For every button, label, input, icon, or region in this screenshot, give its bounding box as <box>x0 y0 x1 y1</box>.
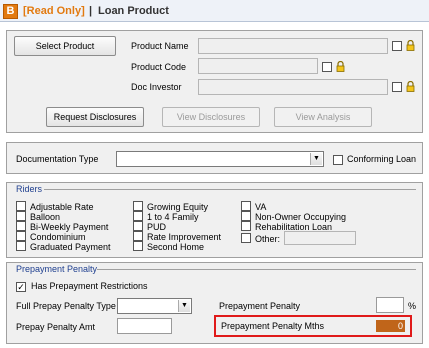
title-separator: | <box>89 5 93 17</box>
prepayment-penalty-mths-label: Prepayment Penalty Mths <box>221 321 325 331</box>
rider-checkbox[interactable] <box>241 201 251 211</box>
rider-checkbox[interactable] <box>16 241 26 251</box>
rider-label: Graduated Payment <box>30 242 111 252</box>
prepayment-title: Prepayment Penalty <box>16 264 98 274</box>
documentation-type-label: Documentation Type <box>16 154 99 164</box>
prepayment-divider <box>97 269 416 270</box>
rider-checkbox[interactable] <box>133 231 143 241</box>
conforming-loan-label: Conforming Loan <box>347 154 417 164</box>
rider-other-field[interactable] <box>284 231 356 245</box>
rider-other[interactable]: Other: <box>241 233 280 244</box>
app-logo-icon: B <box>3 4 18 19</box>
read-only-label: [Read Only] <box>23 5 85 17</box>
rider-second-home[interactable]: Second Home <box>133 241 204 252</box>
rider-checkbox[interactable] <box>241 211 251 221</box>
conforming-loan-checkbox[interactable] <box>333 155 343 165</box>
view-analysis-button[interactable]: View Analysis <box>274 107 372 127</box>
percent-sign: % <box>408 301 417 311</box>
chevron-down-icon: ▼ <box>178 300 190 312</box>
rider-checkbox[interactable] <box>241 233 251 243</box>
request-disclosures-button[interactable]: Request Disclosures <box>46 107 144 127</box>
rider-checkbox[interactable] <box>16 211 26 221</box>
rider-checkbox[interactable] <box>133 201 143 211</box>
rider-checkbox[interactable] <box>133 241 143 251</box>
rider-checkbox[interactable] <box>133 211 143 221</box>
rider-label: Other: <box>255 234 281 244</box>
documentation-type-select[interactable]: ▼ <box>116 151 324 167</box>
has-restrictions-checkbox[interactable]: ✓ <box>16 282 26 292</box>
product-code-checkbox[interactable] <box>322 62 332 72</box>
view-disclosures-button[interactable]: View Disclosures <box>162 107 260 127</box>
full-prepay-type-label: Full Prepay Penalty Type <box>16 301 116 311</box>
rider-checkbox[interactable] <box>16 231 26 241</box>
prepayment-penalty-mths-field[interactable]: 0 <box>376 320 405 332</box>
doc-investor-checkbox[interactable] <box>392 82 402 92</box>
full-prepay-type-select[interactable]: ▼ <box>117 298 192 314</box>
prepayment-penalty-field[interactable] <box>376 297 404 313</box>
title-bar: B [Read Only] | Loan Product <box>0 0 429 22</box>
doc-investor-label: Doc Investor <box>131 82 182 92</box>
page-title: Loan Product <box>98 5 169 17</box>
product-code-field[interactable] <box>198 58 318 74</box>
rider-label: Second Home <box>147 242 205 252</box>
lock-icon <box>406 40 415 51</box>
rider-checkbox[interactable] <box>133 221 143 231</box>
prepay-penalty-amt-label: Prepay Penalty Amt <box>16 322 96 332</box>
select-product-button[interactable]: Select Product <box>14 36 116 56</box>
riders-divider <box>44 189 416 190</box>
prepayment-penalty-label: Prepayment Penalty <box>219 301 301 311</box>
product-name-field[interactable] <box>198 38 388 54</box>
prepayment-penalty-mths-value: 0 <box>397 321 403 331</box>
lock-icon <box>406 81 415 92</box>
lock-icon <box>336 61 345 72</box>
chevron-down-icon: ▼ <box>310 153 322 165</box>
product-name-checkbox[interactable] <box>392 41 402 51</box>
rider-graduated-payment[interactable]: Graduated Payment <box>16 241 111 252</box>
rider-checkbox[interactable] <box>241 221 251 231</box>
rider-checkbox[interactable] <box>16 221 26 231</box>
has-restrictions-label: Has Prepayment Restrictions <box>31 281 148 291</box>
doc-investor-field[interactable] <box>198 79 388 95</box>
rider-checkbox[interactable] <box>16 201 26 211</box>
product-name-label: Product Name <box>131 41 189 51</box>
riders-title: Riders <box>16 184 43 194</box>
product-code-label: Product Code <box>131 62 187 72</box>
prepay-penalty-amt-field[interactable] <box>117 318 172 334</box>
